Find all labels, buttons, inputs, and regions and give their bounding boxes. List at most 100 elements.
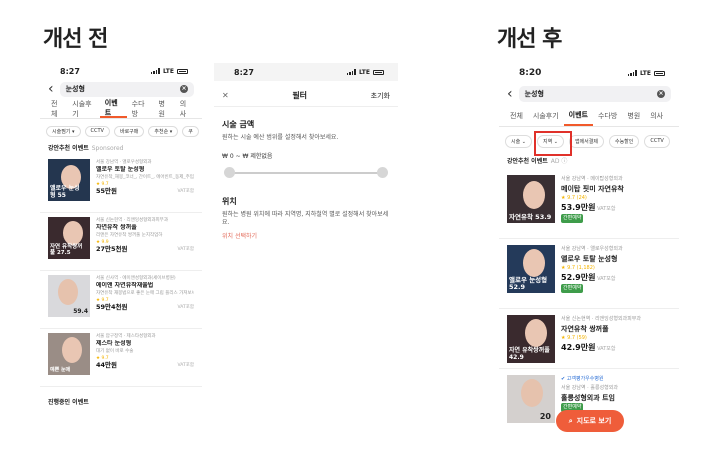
- section-title-text: 강안추천 이벤트: [48, 145, 89, 152]
- thumbnail-face: [523, 249, 545, 277]
- tab-community[interactable]: 수다방: [593, 105, 622, 126]
- status-bar: 8:27 LTE: [40, 63, 202, 79]
- chip-procedure[interactable]: 시술 ⌄: [505, 134, 532, 148]
- tab-all[interactable]: 전체: [505, 105, 528, 126]
- event-thumbnail: 자연 유착쌍꺼풀 27.5: [48, 217, 90, 259]
- item-verified-label: ✔ 고객평가우수병원: [561, 375, 671, 384]
- thumbnail-text: 앨로우 눈성형 52.9: [509, 276, 548, 292]
- item-description: 리앤은 자연유착 쌍꺼풀 눈지작업하: [96, 233, 163, 238]
- tab-community[interactable]: 수다방: [127, 99, 154, 118]
- tab-events[interactable]: 이벤트: [99, 99, 127, 118]
- item-title: 제스타 눈성형: [96, 340, 132, 347]
- vat-label: VAT포함: [597, 206, 616, 212]
- item-title: 앨로우 토탈 눈성형: [561, 255, 618, 263]
- battery-icon: [373, 69, 384, 75]
- back-arrow-icon[interactable]: ‹: [507, 87, 513, 101]
- thumbnail-face: [63, 221, 83, 245]
- chip-app-payment[interactable]: 앱에서결제: [568, 134, 604, 148]
- chip-sort[interactable]: 추천순 ▾: [148, 125, 179, 137]
- slider-max-handle[interactable]: [377, 166, 388, 178]
- region-section-description: 원하는 병원 위치에 따라 지역명, 지하철역 별로 설정해서 찾아보세요.: [222, 210, 389, 227]
- filter-header: ✕ 필터 초기화: [214, 85, 398, 107]
- chip-buy-now[interactable]: 바로구매: [113, 125, 145, 137]
- event-thumbnail: 앨로우 눈성형 55: [48, 159, 90, 201]
- thumbnail-text: 20: [539, 411, 551, 421]
- list-item[interactable]: 59.4 서울 신사역 · 에이앤성형외과(세이브병원) 에이앤 자연유착재쭐법…: [40, 271, 202, 329]
- tab-doctors[interactable]: 의사: [175, 99, 196, 118]
- search-query: 눈성형: [65, 85, 85, 93]
- list-item[interactable]: 예쁜 눈매 서울 압구정역 · 제스타성형외과 제스타 눈성형 대기 없이 바로…: [40, 329, 202, 387]
- vat-label: VAT포함: [597, 276, 616, 282]
- battery-icon: [177, 68, 188, 74]
- tab-reviews[interactable]: 시술후기: [67, 99, 100, 118]
- reset-button[interactable]: 초기화: [371, 91, 390, 101]
- item-location: 서울 강남역 · 메이탑성형외과: [561, 176, 623, 182]
- slider-min-handle[interactable]: [224, 166, 235, 178]
- tab-hospitals[interactable]: 병원: [622, 105, 645, 126]
- item-title: 메이탑 핏미 자연유착: [561, 185, 624, 193]
- tab-reviews[interactable]: 시술후기: [528, 105, 564, 126]
- signal-icon: [627, 70, 637, 76]
- easy-booking-badge: 간편예약: [561, 284, 584, 293]
- filter-chips: 시술 ⌄ 지역 ⌄ 앱에서결제 수능할인 CCTV: [499, 127, 679, 155]
- chip-cctv[interactable]: CCTV: [84, 125, 110, 137]
- select-region-link[interactable]: 위치 선택하기: [214, 231, 398, 240]
- back-arrow-icon[interactable]: ‹: [48, 82, 54, 96]
- status-bar: 8:20 LTE: [499, 63, 679, 83]
- chip-more[interactable]: 쿠: [182, 125, 199, 137]
- vat-label: VAT포함: [177, 363, 194, 368]
- event-thumbnail: 자연유착 53.9: [507, 175, 555, 223]
- list-item[interactable]: 자연 유착쌍꺼풀 42.9 서울 신논현역 · 리앤잉성형외과피부과 자연유착 …: [499, 309, 679, 369]
- list-item[interactable]: 앨로우 눈성형 52.9 서울 강남역 · 앨로우성형외과 앨로우 토탈 눈성형…: [499, 239, 679, 309]
- region-chip-highlight: [534, 131, 572, 156]
- search-query: 눈성형: [524, 90, 544, 98]
- price-range-slider[interactable]: [224, 166, 388, 180]
- close-icon[interactable]: ✕: [222, 91, 229, 100]
- after-heading: 개선 후: [497, 27, 562, 52]
- item-rating: ★ 9.7 (59): [561, 335, 587, 341]
- after-phone-screen: 8:20 LTE ‹ 눈성형 × 전체 시술후기 이벤트 수다방 병원 의사 시…: [499, 63, 679, 453]
- tab-events[interactable]: 이벤트: [563, 105, 593, 126]
- filter-chips: 시술찜기 ▾ CCTV 바로구매 추천순 ▾ 쿠: [40, 119, 202, 143]
- search-input[interactable]: 눈성형 ×: [59, 81, 194, 97]
- event-thumbnail: 20: [507, 375, 555, 423]
- item-title: 자연유착 쌍꺼풀: [96, 224, 137, 231]
- map-view-button[interactable]: ⌕ 지도로 보기: [556, 410, 624, 432]
- clear-icon[interactable]: ×: [180, 85, 188, 93]
- list-item[interactable]: 앨로우 눈성형 55 서울 강남역 · 앨로우성형외과 앨로우 토탈 눈성형 자…: [40, 155, 202, 213]
- list-item[interactable]: 자연유착 53.9 서울 강남역 · 메이탑성형외과 메이탑 핏미 자연유착 ★…: [499, 169, 679, 239]
- item-location: 서울 강남역 · 홀릉성형외과: [561, 385, 618, 391]
- thumbnail-face: [525, 319, 547, 347]
- tab-all[interactable]: 전체: [46, 99, 67, 118]
- chip-exam-discount[interactable]: 수능할인: [608, 134, 640, 148]
- event-thumbnail: 예쁜 눈매: [48, 333, 90, 375]
- network-label: LTE: [162, 67, 174, 75]
- section-title-text: 강안추천 이벤트: [507, 158, 548, 165]
- item-price: 52.9만원: [561, 273, 596, 282]
- chip-cctv[interactable]: CCTV: [644, 134, 670, 148]
- item-price: 44만원: [96, 361, 118, 369]
- footer-section-title: 진행중인 이벤트: [48, 399, 89, 406]
- before-heading: 개선 전: [43, 27, 108, 52]
- battery-icon: [654, 70, 665, 76]
- tab-doctors[interactable]: 의사: [645, 105, 668, 126]
- chip-procedure[interactable]: 시술찜기 ▾: [46, 125, 81, 137]
- tab-hospitals[interactable]: 병원: [154, 99, 175, 118]
- status-time: 8:27: [60, 66, 80, 76]
- item-price: 55만원: [96, 187, 118, 195]
- list-item[interactable]: 자연 유착쌍꺼풀 27.5 서울 신논현역 · 리앤잉성형외과피부과 자연유착 …: [40, 213, 202, 271]
- map-button-label: 지도로 보기: [576, 417, 612, 425]
- item-location: 서울 강남역 · 앨로우성형외과: [96, 160, 152, 165]
- clear-icon[interactable]: ×: [657, 90, 665, 98]
- signal-icon: [150, 68, 160, 74]
- ad-label: Sponsored: [91, 145, 124, 152]
- thumbnail-text: 자연 유착쌍꺼풀 27.5: [50, 244, 83, 257]
- search-input[interactable]: 눈성형 ×: [518, 86, 671, 102]
- vat-label: VAT포함: [177, 189, 194, 194]
- thumbnail-text: 앨로우 눈성형 55: [50, 185, 80, 199]
- thumbnail-face: [523, 181, 545, 209]
- thumbnail-text: 예쁜 눈매: [50, 366, 71, 373]
- signal-icon: [346, 69, 356, 75]
- vat-label: VAT포함: [177, 247, 194, 252]
- item-rating: ★ 9.7 (24): [561, 195, 587, 201]
